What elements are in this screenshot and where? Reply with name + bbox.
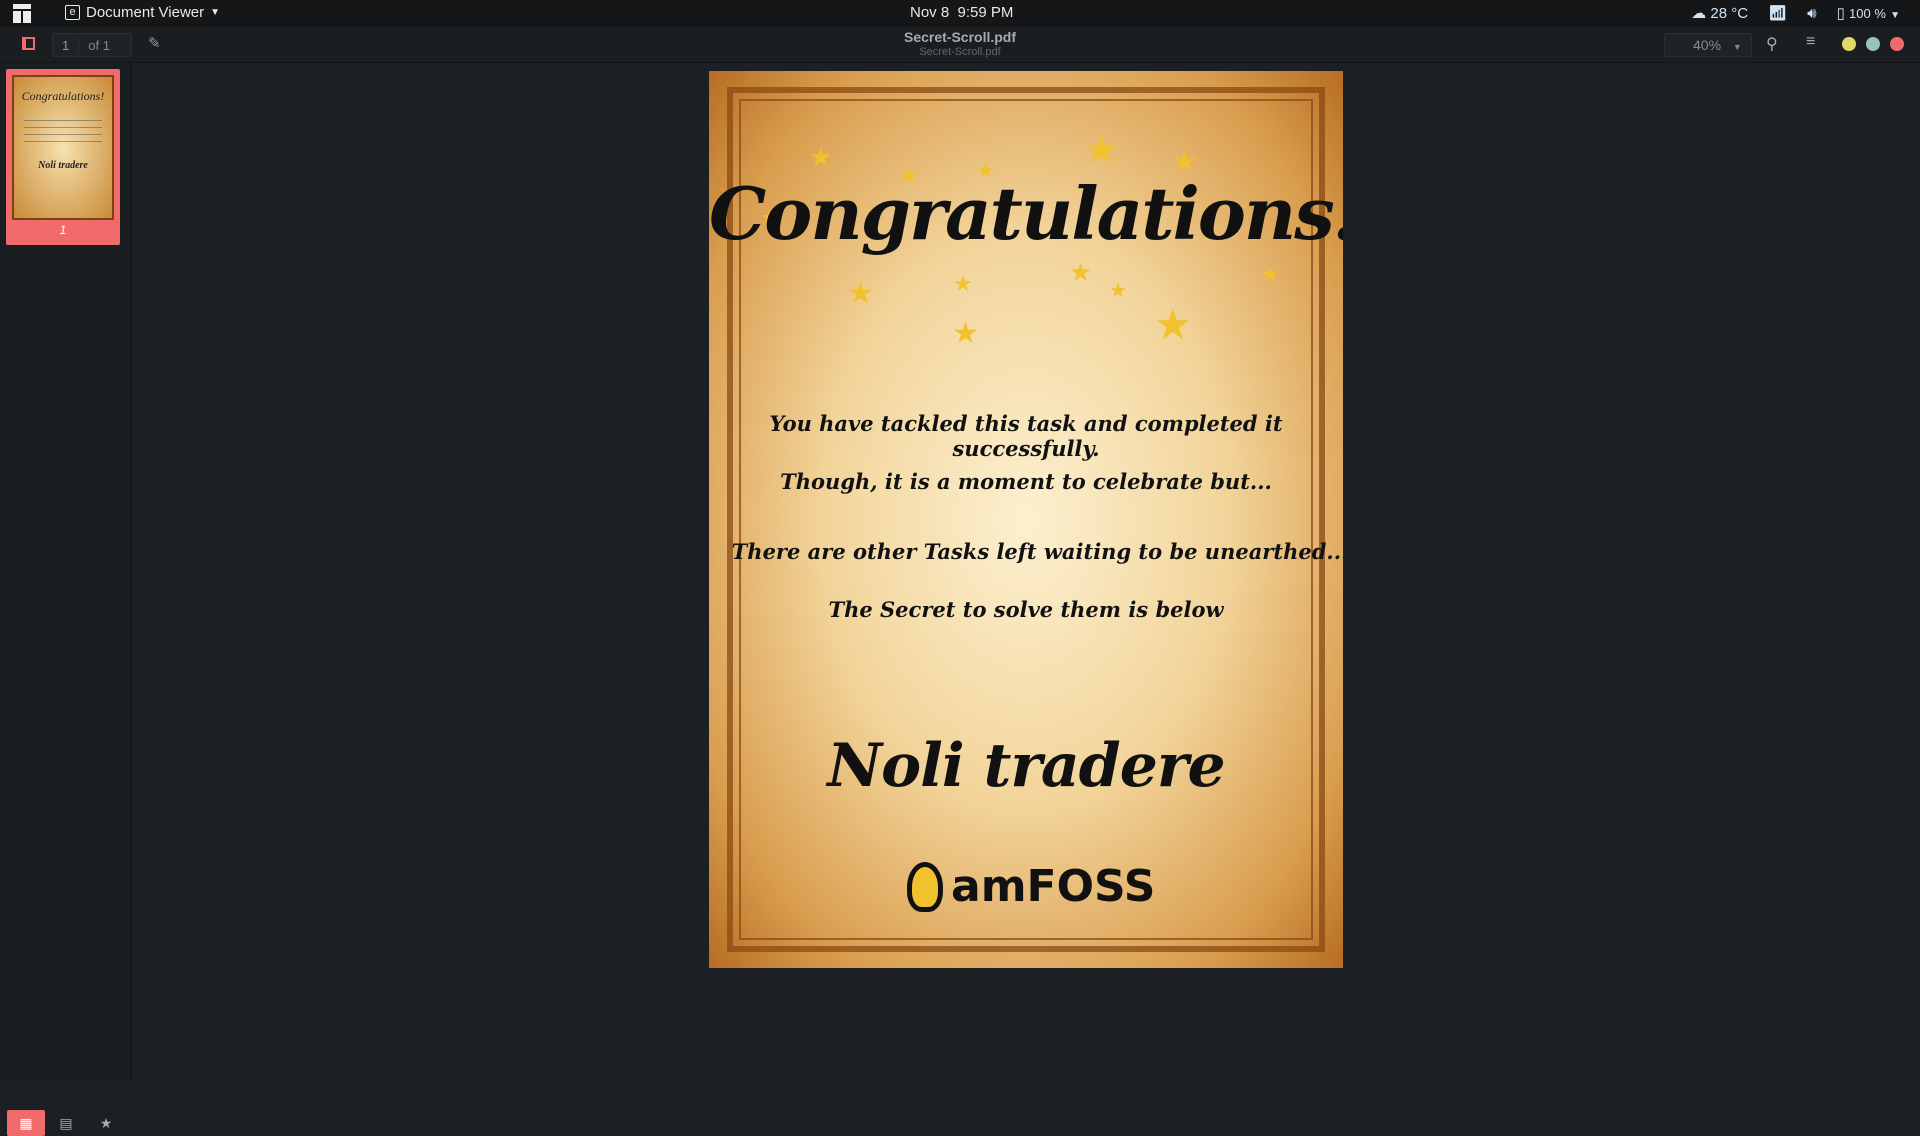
clock[interactable]: Nov 8 9:59 PM — [910, 4, 1013, 21]
certificate-line-1: You have tackled this task and completed… — [769, 411, 1283, 461]
outline-view-button[interactable]: ▤ — [47, 1110, 85, 1136]
svg-text:★: ★ — [1084, 128, 1120, 172]
pdf-page: ★ ★ ★ ★ ★ ★ ★ ★ ★ ★ ★ ★ ★ Congratulations! You ha… — [709, 71, 1343, 968]
logo-text: amFOSS — [951, 861, 1156, 912]
zoom-select[interactable]: 40% ▼ — [1664, 33, 1752, 57]
certificate-heading: Congratulations! — [709, 171, 1343, 256]
thumbnail-heading: Congratulations! — [21, 89, 105, 103]
menu-icon[interactable]: ≡ — [1806, 33, 1815, 51]
wifi-icon: 📶︎ — [1768, 5, 1788, 22]
thumbnail-preview: Congratulations! Noli tradere — [12, 75, 114, 220]
close-button[interactable] — [1890, 37, 1904, 51]
app-name: Document Viewer — [86, 4, 205, 21]
svg-text:★: ★ — [1069, 257, 1092, 287]
weather-icon: ☁ — [1691, 5, 1707, 22]
lightbulb-icon — [907, 861, 943, 912]
system-tray[interactable]: ☁ 28 °C 📶︎ 🔊︎ ▯ 100 % ▼ — [1691, 4, 1900, 23]
document-subtitle: Secret-Scroll.pdf — [919, 46, 1001, 58]
thumbnail-page-number: 1 — [59, 223, 67, 237]
weather-temp: 28 °C — [1710, 5, 1749, 22]
app-menu[interactable]: e Document Viewer ▼ — [65, 4, 220, 21]
certificate-line-3: There are other Tasks left waiting to be… — [731, 539, 1343, 564]
bookmarks-view-button[interactable]: ★ — [87, 1110, 125, 1136]
maximize-button[interactable] — [1866, 37, 1880, 51]
svg-text:★: ★ — [1154, 301, 1192, 348]
certificate-line-4: The Secret to solve them is below — [828, 597, 1224, 622]
system-top-bar: e Document Viewer ▼ Nov 8 9:59 PM ☁ 28 °… — [0, 0, 1920, 27]
zoom-value: 40% — [1693, 37, 1722, 53]
document-viewer-icon: e — [65, 5, 80, 20]
thumbnails-view-button[interactable]: ▦ — [7, 1110, 45, 1136]
document-title: Secret-Scroll.pdf — [903, 29, 1017, 45]
thumbnail-motto: Noli tradere — [38, 160, 88, 171]
search-icon[interactable]: ⚲ — [1766, 34, 1778, 54]
chevron-down-icon: ▼ — [1732, 42, 1742, 52]
svg-text:★: ★ — [847, 277, 874, 310]
thumbnail-sidebar: Congratulations! Noli tradere 1 ▦ ▤ ★ — [0, 63, 132, 1136]
battery-icon: ▯ — [1836, 5, 1845, 22]
svg-text:★: ★ — [1109, 280, 1127, 302]
minimize-button[interactable] — [1842, 37, 1856, 51]
activities-icon[interactable] — [13, 4, 31, 23]
svg-text:★: ★ — [952, 317, 979, 350]
svg-text:★: ★ — [809, 142, 832, 172]
certificate-motto: Noli tradere — [827, 731, 1225, 801]
svg-text:★: ★ — [1261, 264, 1279, 286]
svg-text:★: ★ — [953, 271, 973, 296]
chevron-down-icon: ▼ — [210, 7, 221, 18]
certificate-line-2: Though, it is a moment to celebrate but.… — [780, 469, 1272, 494]
volume-icon: 🔊︎ — [1807, 4, 1817, 22]
chevron-down-icon: ▼ — [1890, 10, 1900, 21]
page-thumbnail[interactable]: Congratulations! Noli tradere 1 — [6, 69, 120, 245]
battery-level: 100 % — [1849, 6, 1886, 21]
toolbar: 1 of 1 ✎ Secret-Scroll.pdf Secret-Scroll… — [0, 27, 1920, 63]
amfoss-logo: amFOSS — [907, 861, 1155, 912]
